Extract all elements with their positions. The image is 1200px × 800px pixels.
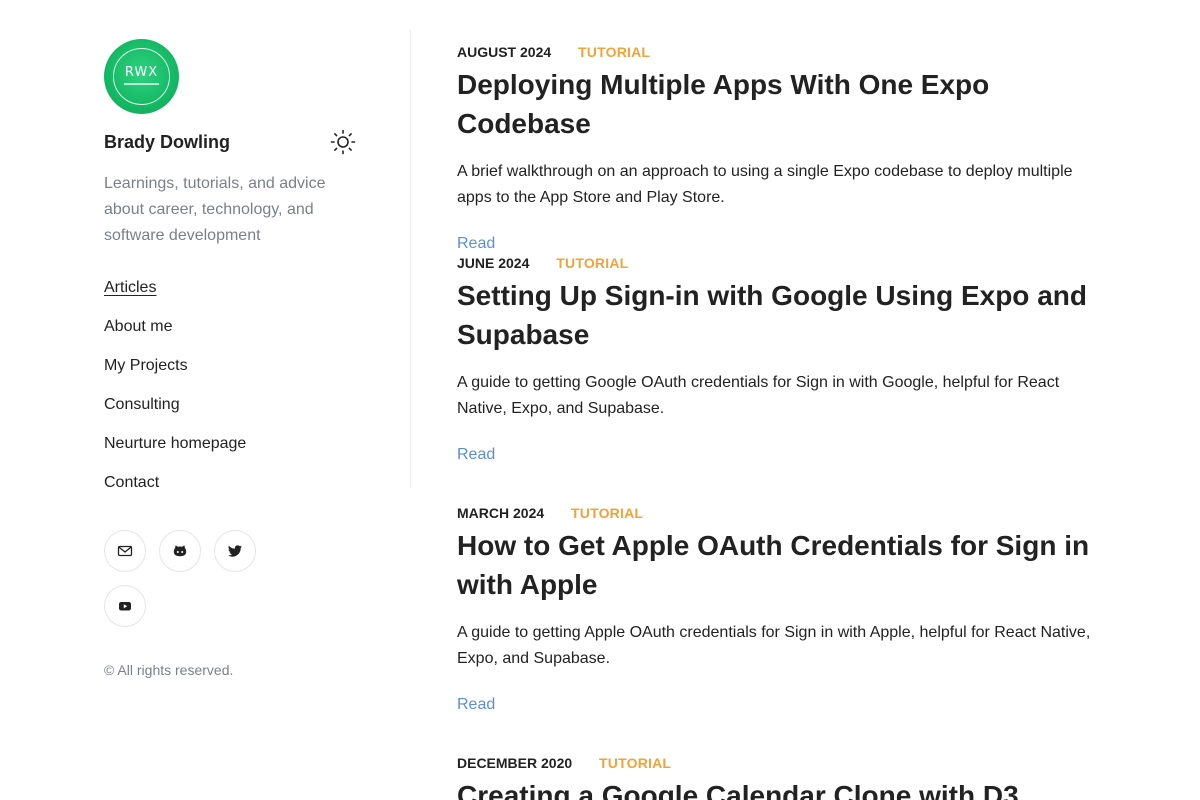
avatar-logo-underline [124,83,159,85]
nav-link-contact[interactable]: Contact [104,474,159,491]
article-card: MARCH 2024 TUTORIAL How to Get Apple OAu… [457,504,1117,718]
site-header: Brady Dowling [104,129,356,156]
article-date: MARCH 2024 [457,505,545,521]
article-category[interactable]: TUTORIAL [578,44,650,60]
article-excerpt: A guide to getting Google OAuth credenti… [457,374,1060,417]
sidebar-nav: Articles About me My Projects Consulting… [104,275,246,509]
page: RWX Brady Dowling Learnings, tutorials, … [0,0,1200,800]
article-meta: DECEMBER 2020 TUTORIAL [457,754,1117,772]
article-category[interactable]: TUTORIAL [571,505,643,521]
article-card: JUNE 2024 TUTORIAL Setting Up Sign-in wi… [457,254,1117,468]
avatar-logo-text: RWX [124,65,159,80]
nav-link-consulting[interactable]: Consulting [104,396,180,413]
article-date: AUGUST 2024 [457,44,552,60]
mail-icon [117,545,133,557]
article-category[interactable]: TUTORIAL [599,755,671,771]
article-title[interactable]: Creating a Google Calendar Clone with D3 [457,776,1117,800]
sidebar: RWX Brady Dowling Learnings, tutorials, … [104,39,364,678]
article-title[interactable]: Deploying Multiple Apps With One Expo Co… [457,65,1117,143]
article-excerpt: A brief walkthrough on an approach to us… [457,163,1073,206]
article-category[interactable]: TUTORIAL [556,255,628,271]
nav-item-consulting: Consulting [104,392,246,431]
article-title[interactable]: Setting Up Sign-in with Google Using Exp… [457,276,1117,354]
nav-link-neurture[interactable]: Neurture homepage [104,435,246,452]
nav-item-neurture: Neurture homepage [104,431,246,470]
article-read-link[interactable]: Read [457,442,495,468]
article-meta: MARCH 2024 TUTORIAL [457,504,1117,522]
nav-item-articles: Articles [104,275,246,314]
email-button[interactable] [104,530,146,572]
nav-item-about: About me [104,314,246,353]
article-date: JUNE 2024 [457,255,530,271]
article-meta: AUGUST 2024 TUTORIAL [457,43,1117,61]
nav-link-about[interactable]: About me [104,318,172,335]
article-card: AUGUST 2024 TUTORIAL Deploying Multiple … [457,43,1117,257]
nav-item-contact: Contact [104,470,246,509]
nav-link-projects[interactable]: My Projects [104,357,188,374]
site-name[interactable]: Brady Dowling [104,132,230,152]
github-icon [173,545,187,557]
avatar[interactable]: RWX [104,39,179,114]
site-tagline: Learnings, tutorials, and advice about c… [104,175,326,244]
youtube-icon [119,602,131,611]
youtube-button[interactable] [104,585,146,627]
article-excerpt: A guide to getting Apple OAuth credentia… [457,624,1091,667]
article-meta: JUNE 2024 TUTORIAL [457,254,1117,272]
twitter-icon [228,545,242,557]
github-button[interactable] [159,530,201,572]
copyright-text: © All rights reserved. [104,662,234,678]
sidebar-divider [410,30,411,488]
nav-item-projects: My Projects [104,353,246,392]
theme-toggle-button[interactable] [330,129,356,155]
article-date: DECEMBER 2020 [457,755,573,771]
nav-link-articles[interactable]: Articles [104,279,156,296]
twitter-button[interactable] [214,530,256,572]
article-card: DECEMBER 2020 TUTORIAL Creating a Google… [457,754,1117,800]
article-read-link[interactable]: Read [457,692,495,718]
sun-icon [330,129,356,155]
article-title[interactable]: How to Get Apple OAuth Credentials for S… [457,526,1117,604]
